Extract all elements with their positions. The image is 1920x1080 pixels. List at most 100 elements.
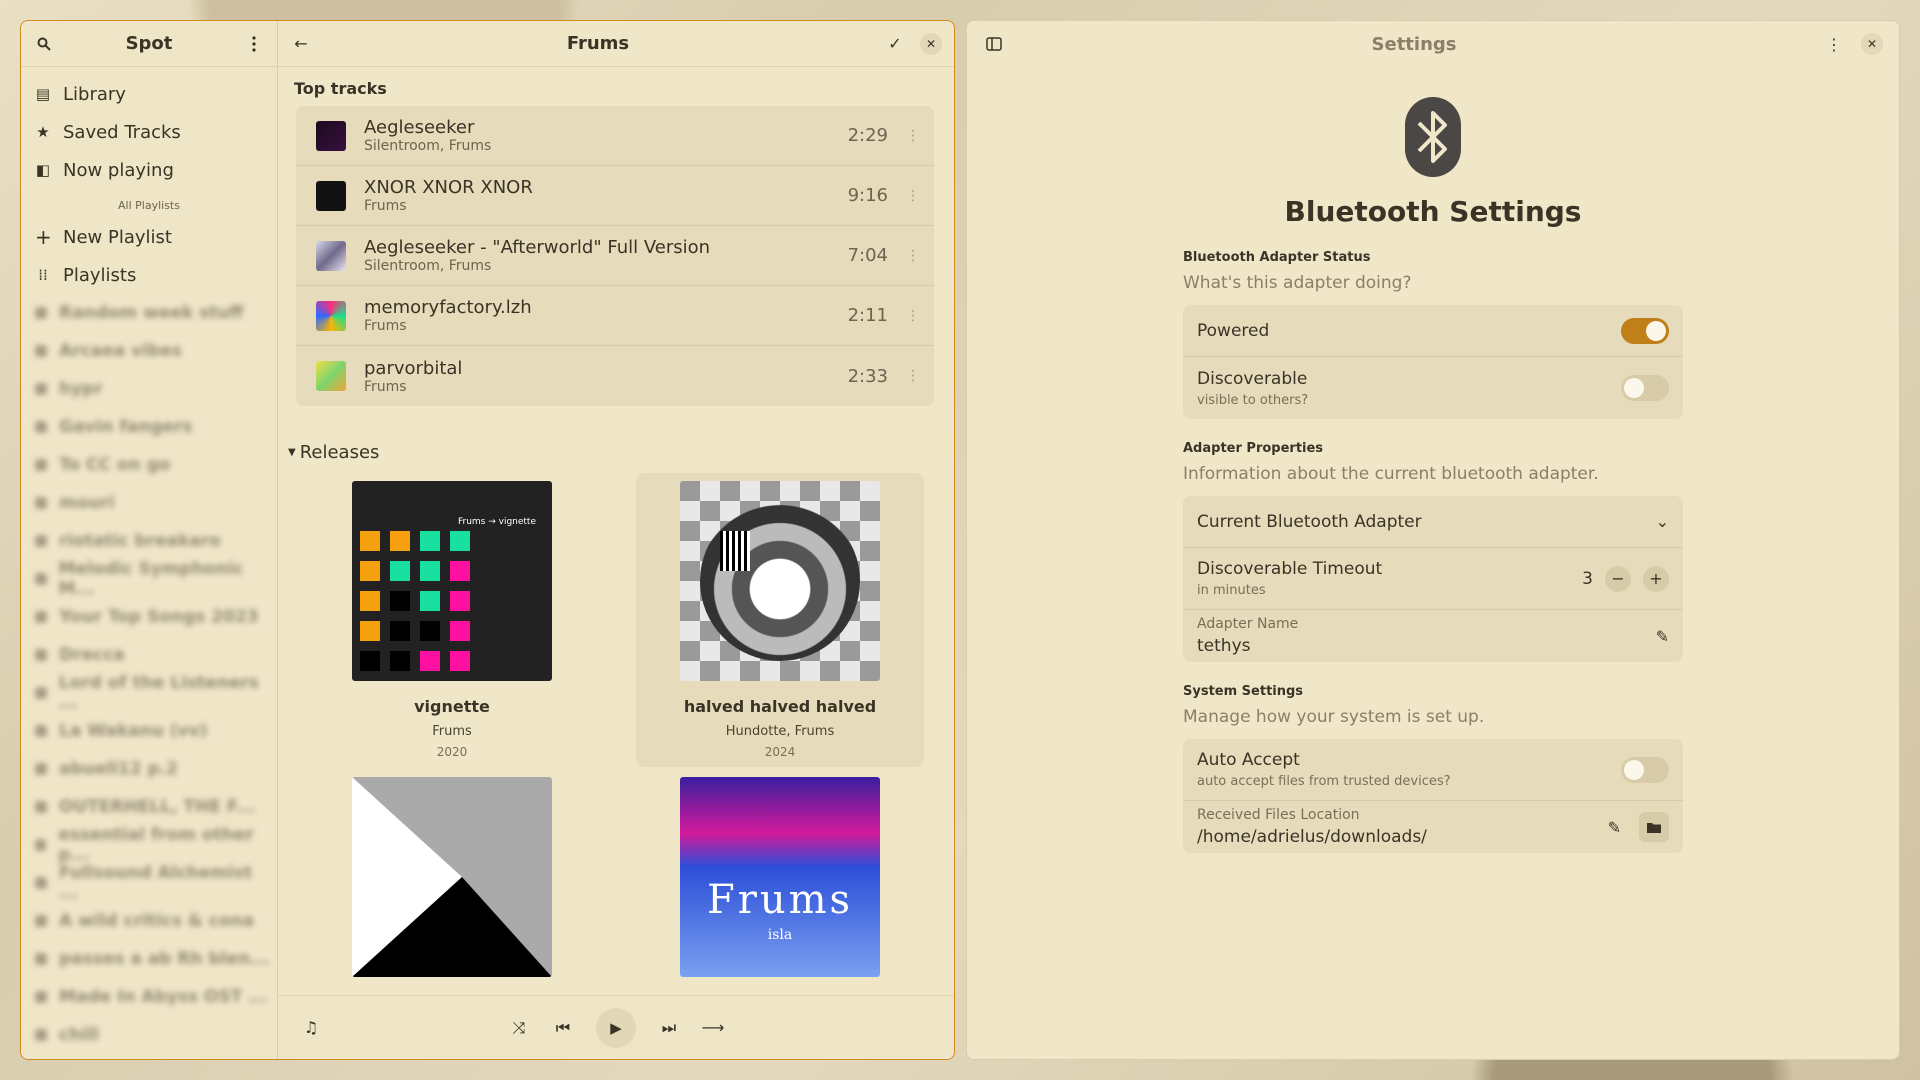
repeat-icon[interactable]: ⟶ bbox=[702, 1017, 725, 1039]
group-title: Bluetooth Adapter Status bbox=[1183, 250, 1371, 265]
playlist-item[interactable]: passes a ab Rh blen... bbox=[21, 940, 277, 978]
playlist-item[interactable]: La Wakanu (vv) bbox=[21, 712, 277, 750]
cover-square bbox=[390, 591, 410, 611]
sidebar-item-label: Library bbox=[63, 83, 126, 105]
playlist-label: OUTERHELL, THE F... bbox=[59, 797, 256, 817]
playlist-item[interactable]: Fullsound Alchemist ... bbox=[21, 863, 277, 903]
release-card[interactable]: Frums isla bbox=[636, 767, 924, 985]
player-bar: ♫ ⤨ ⏮ ▶ ⏭ ⟶ bbox=[278, 995, 954, 1059]
playlist-icon bbox=[35, 535, 47, 547]
shuffle-icon[interactable]: ⤨ bbox=[508, 1017, 530, 1039]
track-menu-icon[interactable]: ⋮ bbox=[906, 368, 920, 384]
close-icon[interactable]: ✕ bbox=[1861, 33, 1883, 55]
playlist-item[interactable]: Made In Abyss OST ... bbox=[21, 978, 277, 1016]
spot-window: Spot ▤ Library ★ Saved Tracks ◧ Now play… bbox=[20, 20, 955, 1060]
playlist-label: Lord of the Listeners ... bbox=[58, 673, 259, 713]
release-year: 2020 bbox=[436, 745, 468, 759]
cover-text: Frums bbox=[706, 877, 854, 923]
search-icon[interactable] bbox=[33, 33, 55, 55]
sidebar-item-library[interactable]: ▤ Library bbox=[21, 75, 277, 113]
minus-icon[interactable]: − bbox=[1605, 565, 1631, 592]
sidebar-item-saved-tracks[interactable]: ★ Saved Tracks bbox=[21, 113, 277, 151]
playlist-label: passes a ab Rh blen... bbox=[59, 949, 270, 969]
cover-square bbox=[450, 591, 470, 611]
previous-icon[interactable]: ⏮ bbox=[552, 1017, 574, 1039]
close-icon[interactable]: ✕ bbox=[920, 32, 942, 55]
edit-pencil-icon[interactable]: ✎ bbox=[1608, 818, 1621, 837]
cover-square bbox=[450, 531, 470, 551]
sidebar-item-playlists[interactable]: ⁞⁞ Playlists bbox=[21, 256, 277, 294]
playlist-icon bbox=[35, 649, 47, 661]
playlist-item[interactable]: A wild critics & cona bbox=[21, 902, 277, 940]
window-title: Settings bbox=[1371, 33, 1457, 55]
row-sublabel: in minutes bbox=[1197, 583, 1266, 598]
menu-icon[interactable]: ⋮ bbox=[1823, 33, 1845, 55]
playlist-item[interactable]: hypr bbox=[21, 370, 277, 408]
cover-square bbox=[420, 651, 440, 671]
row-label: Current Bluetooth Adapter bbox=[1197, 511, 1422, 532]
track-menu-icon[interactable]: ⋮ bbox=[906, 248, 920, 264]
playlist-item[interactable]: mouri bbox=[21, 484, 277, 522]
album-thumbnail bbox=[316, 300, 346, 331]
track-row[interactable]: memoryfactory.lzh Frums 2:11 ⋮ bbox=[296, 286, 934, 346]
track-row[interactable]: Aegleseeker Silentroom, Frums 2:29 ⋮ bbox=[296, 106, 934, 166]
track-menu-icon[interactable]: ⋮ bbox=[906, 128, 920, 144]
playlist-label: hypr bbox=[59, 379, 103, 399]
playlist-item[interactable]: OUTERHELL, THE F... bbox=[21, 788, 277, 826]
track-artist: Silentroom, Frums bbox=[364, 138, 492, 154]
top-tracks-heading: Top tracks bbox=[294, 79, 387, 98]
play-icon[interactable]: ▶ bbox=[596, 1007, 636, 1048]
playlist-item[interactable]: Lord of the Listeners ... bbox=[21, 673, 277, 713]
playlist-item[interactable]: Random week stuff bbox=[21, 294, 277, 332]
plus-icon: + bbox=[35, 225, 52, 249]
discoverable-toggle[interactable] bbox=[1621, 375, 1669, 401]
checkmark-icon[interactable]: ✓ bbox=[884, 33, 906, 55]
current-adapter-row[interactable]: Current Bluetooth Adapter ⌄ bbox=[1183, 496, 1683, 548]
track-menu-icon[interactable]: ⋮ bbox=[906, 308, 920, 324]
release-card[interactable]: Frums → vignette vignette Frums 2020 bbox=[308, 473, 596, 767]
sidebar-item-now-playing[interactable]: ◧ Now playing bbox=[21, 151, 277, 189]
sidebar-item-label: Now playing bbox=[63, 159, 174, 181]
playlist-item[interactable]: Melodic Symphonic M... bbox=[21, 559, 277, 599]
files-location-field[interactable]: /home/adrielus/downloads/ bbox=[1197, 827, 1427, 847]
playlist-item[interactable]: chill bbox=[21, 1016, 277, 1054]
playlist-item[interactable]: To CC on go bbox=[21, 446, 277, 484]
track-menu-icon[interactable]: ⋮ bbox=[906, 188, 920, 204]
adapter-name-field[interactable]: tethys bbox=[1197, 636, 1298, 656]
cover-text: Frums → vignette bbox=[457, 517, 536, 527]
playlist-item[interactable]: Gavin fangers bbox=[21, 408, 277, 446]
playlist-item[interactable]: abuell12 p.2 bbox=[21, 750, 277, 788]
adapter-name-row[interactable]: Adapter Name tethys ✎ bbox=[1183, 610, 1683, 662]
sidebar-toggle-icon[interactable] bbox=[983, 33, 1005, 55]
playlist-icon bbox=[35, 725, 47, 737]
track-row[interactable]: XNOR XNOR XNOR Frums 9:16 ⋮ bbox=[296, 166, 934, 226]
folder-icon[interactable] bbox=[1639, 812, 1669, 842]
menu-icon[interactable] bbox=[243, 33, 265, 55]
album-thumbnail bbox=[316, 120, 346, 151]
back-arrow-icon[interactable]: ← bbox=[290, 33, 312, 55]
release-title: vignette bbox=[414, 697, 490, 716]
sidebar-item-new-playlist[interactable]: + New Playlist bbox=[21, 218, 277, 256]
sidebar-section-label: All Playlists bbox=[118, 199, 180, 212]
release-card[interactable] bbox=[308, 767, 596, 985]
music-note-icon[interactable]: ♫ bbox=[300, 1017, 322, 1039]
track-row[interactable]: Aegleseeker - "Afterworld" Full Version S… bbox=[296, 226, 934, 286]
files-location-row[interactable]: Received Files Location/home/adrielus/do… bbox=[1183, 801, 1683, 853]
playlist-icon bbox=[35, 421, 47, 433]
plus-icon[interactable]: + bbox=[1643, 565, 1669, 592]
settings-content: Bluetooth Settings Bluetooth Adapter Sta… bbox=[1183, 97, 1683, 853]
releases-toggle[interactable]: ▼ Releases bbox=[278, 406, 954, 473]
playlist-item[interactable]: Arcaea vibes bbox=[21, 332, 277, 370]
edit-pencil-icon[interactable]: ✎ bbox=[1656, 627, 1669, 646]
playlist-item[interactable]: Drecca bbox=[21, 636, 277, 674]
auto-accept-toggle[interactable] bbox=[1621, 756, 1669, 783]
powered-toggle[interactable] bbox=[1621, 317, 1669, 344]
track-duration: 2:11 bbox=[847, 305, 888, 326]
playlist-item[interactable]: riotatic breakaro bbox=[21, 522, 277, 560]
release-card[interactable]: halved halved halved Hundotte, Frums 202… bbox=[636, 473, 924, 767]
timeout-stepper: 3 − + bbox=[1582, 565, 1669, 592]
track-row[interactable]: parvorbital Frums 2:33 ⋮ bbox=[296, 346, 934, 406]
next-icon[interactable]: ⏭ bbox=[658, 1017, 680, 1039]
playlist-item[interactable]: Your Top Songs 2023 bbox=[21, 598, 277, 636]
playlist-item[interactable]: essential from other p... bbox=[21, 825, 277, 865]
